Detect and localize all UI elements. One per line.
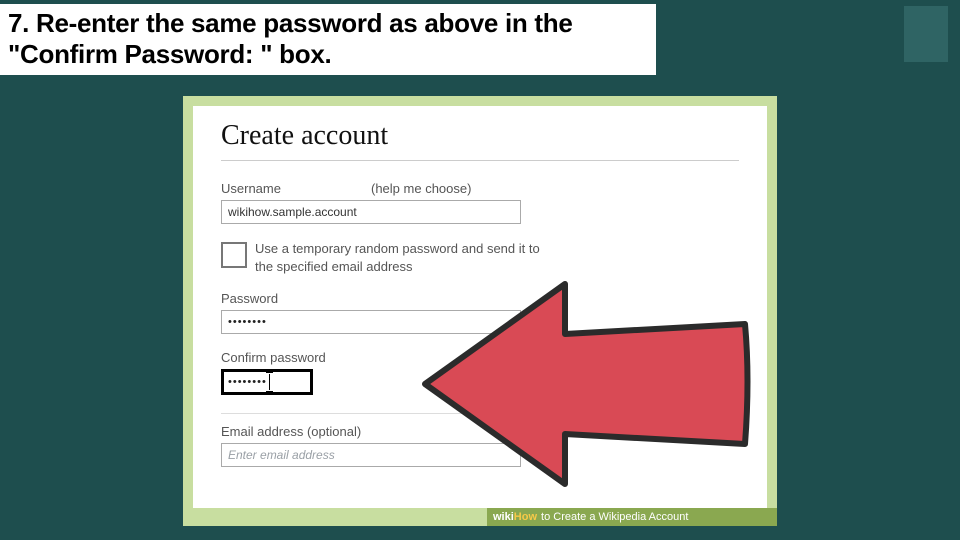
temp-password-row: Use a temporary random password and send…: [221, 240, 551, 275]
username-label: Username: [221, 181, 371, 196]
form-heading: Create account: [221, 120, 739, 161]
slide: 7. Re-enter the same password as above i…: [0, 0, 960, 540]
username-input[interactable]: wikihow.sample.account: [221, 200, 521, 224]
email-label: Email address (optional): [221, 424, 739, 439]
password-value: ••••••••: [228, 316, 267, 328]
username-label-row: Username (help me choose): [221, 181, 561, 196]
brand-how: How: [514, 511, 537, 523]
username-value: wikihow.sample.account: [228, 205, 357, 219]
email-placeholder: Enter email address: [228, 448, 335, 462]
text-caret-icon: [269, 374, 270, 390]
confirm-password-value: ••••••••: [228, 376, 267, 388]
password-input[interactable]: ••••••••: [221, 310, 521, 334]
slide-title: 7. Re-enter the same password as above i…: [8, 8, 648, 69]
create-account-form: Create account Username (help me choose)…: [193, 106, 767, 508]
title-line-2: "Confirm Password: " box.: [8, 39, 331, 69]
help-me-choose-link[interactable]: (help me choose): [371, 181, 471, 196]
password-label: Password: [221, 291, 739, 306]
email-input[interactable]: Enter email address: [221, 443, 521, 467]
title-line-1: 7. Re-enter the same password as above i…: [8, 8, 572, 38]
temp-password-text: Use a temporary random password and send…: [255, 240, 551, 275]
title-block: 7. Re-enter the same password as above i…: [0, 4, 656, 75]
temp-password-checkbox[interactable]: [221, 242, 247, 268]
footer-tagline: to Create a Wikipedia Account: [541, 511, 688, 523]
brand-wiki: wiki: [493, 511, 514, 523]
instruction-figure: Create account Username (help me choose)…: [183, 96, 777, 526]
confirm-password-label: Confirm password: [221, 350, 739, 365]
section-divider: [221, 413, 541, 414]
accent-bar: [904, 6, 948, 62]
figure-footer: wikiHow to Create a Wikipedia Account: [487, 508, 777, 526]
confirm-password-input[interactable]: ••••••••: [221, 369, 313, 395]
